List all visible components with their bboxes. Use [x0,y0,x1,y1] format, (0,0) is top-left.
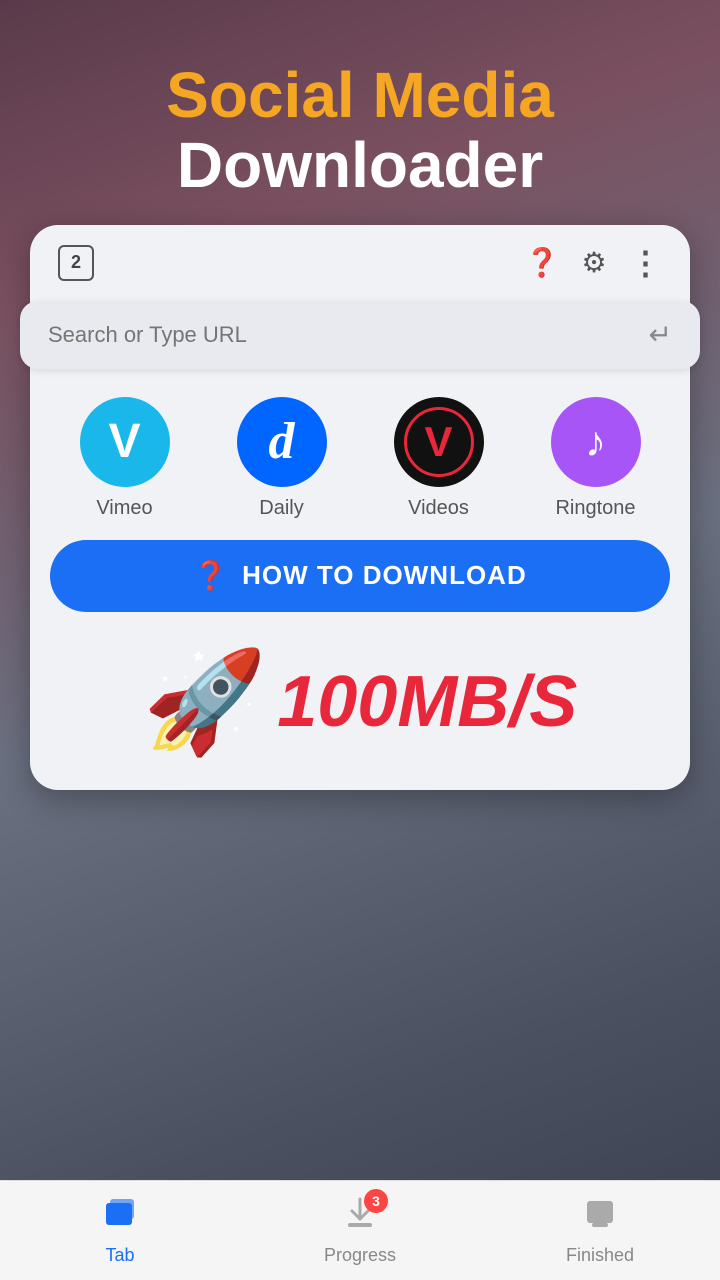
daily-label: Daily [259,497,303,520]
settings-button[interactable]: ⚙ [574,243,614,283]
gear-icon: ⚙ [581,246,606,279]
daily-letter: d [269,412,295,471]
help-button[interactable]: ●? ❓ [522,243,562,283]
quick-link-videos[interactable]: V Videos [394,397,484,520]
toolbar: 2 ●? ❓ ⚙ ⋮ [30,225,690,301]
videos-letter: V [424,418,452,466]
title-section: Social Media Downloader [166,0,554,201]
app-content: Social Media Downloader 2 ●? ❓ ⚙ ⋮ [0,0,720,1280]
videos-icon-bg: V [394,397,484,487]
more-button[interactable]: ⋮ [626,243,666,283]
tab-counter[interactable]: 2 [54,241,98,285]
quick-link-vimeo[interactable]: V Vimeo [80,397,170,520]
vimeo-label: Vimeo [96,497,152,520]
title-social: Social Media [166,60,554,130]
help-icon-char: ❓ [525,246,560,279]
videos-v-outer: V [404,407,474,477]
download-help-icon: ❓ [193,559,228,592]
enter-icon[interactable]: ↵ [649,318,672,351]
quick-link-ringtone[interactable]: ♪ Ringtone [551,397,641,520]
ringtone-label: Ringtone [555,497,635,520]
title-downloader: Downloader [166,130,554,200]
main-card: 2 ●? ❓ ⚙ ⋮ ↵ V [30,225,690,790]
tab-count-label: 2 [58,245,94,281]
speed-value: 100MB/S [277,661,577,743]
rocket-icon: 🚀 [143,652,268,752]
quick-links: V Vimeo d Daily V Videos [30,369,690,540]
vimeo-icon-bg: V [80,397,170,487]
vimeo-letter: V [108,414,140,469]
ringtone-icon-bg: ♪ [551,397,641,487]
download-btn-label: HOW TO DOWNLOAD [242,560,527,591]
quick-link-daily[interactable]: d Daily [237,397,327,520]
search-input[interactable] [48,322,649,348]
how-to-download-button[interactable]: ❓ HOW TO DOWNLOAD [50,540,670,612]
ringtone-note-icon: ♪ [585,418,606,466]
daily-icon-bg: d [237,397,327,487]
search-bar: ↵ [20,301,700,369]
more-icon: ⋮ [630,244,663,282]
speed-section: 🚀 100MB/S [30,612,690,762]
videos-label: Videos [408,497,469,520]
